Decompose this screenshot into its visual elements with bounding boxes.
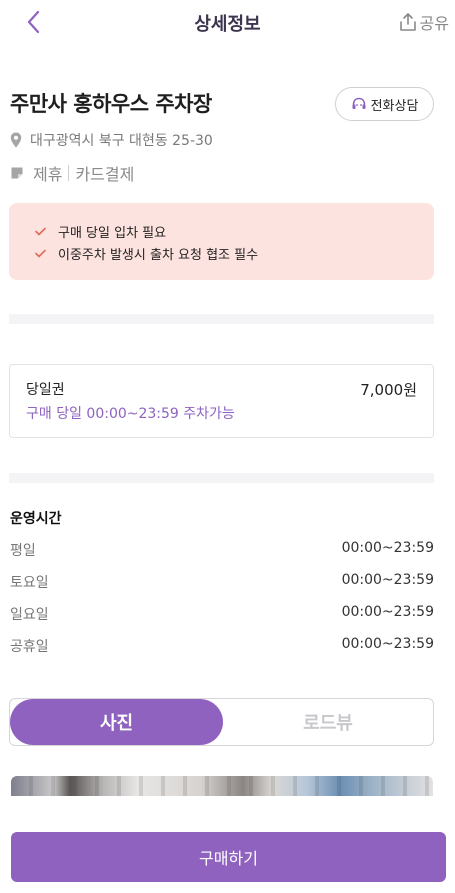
section-divider xyxy=(9,473,434,483)
buy-button[interactable]: 구매하기 xyxy=(11,832,446,882)
notice-item: 구매 당일 입차 필요 xyxy=(35,220,434,242)
ticket-card[interactable]: 당일권 7,000원 구매 당일 00:00~23:59 주차가능 xyxy=(9,364,434,438)
check-icon xyxy=(35,249,46,257)
hours-day: 일요일 xyxy=(10,607,49,623)
hours-time: 00:00~23:59 xyxy=(341,604,434,620)
app-header: 상세정보 공유 xyxy=(0,0,455,44)
ticket-description: 구매 당일 00:00~23:59 주차가능 xyxy=(26,406,235,422)
address-row: 대구광역시 북구 대현동 25-30 xyxy=(10,130,213,150)
notice-text: 구매 당일 입차 필요 xyxy=(58,225,167,241)
notice-text: 이중주차 발생시 출차 요청 협조 필수 xyxy=(58,247,259,263)
tab-photo[interactable]: 사진 xyxy=(10,699,223,745)
hours-day: 토요일 xyxy=(10,575,49,591)
bottom-bar: 구매하기 xyxy=(0,800,455,893)
tag-separator xyxy=(68,165,70,181)
parking-photo[interactable] xyxy=(11,776,433,796)
share-button[interactable]: 공유 xyxy=(399,10,449,34)
call-consult-label: 전화상담 xyxy=(370,98,419,114)
hours-row-holiday: 공휴일 00:00~23:59 xyxy=(10,636,434,656)
view-toggle: 사진 로드뷰 xyxy=(9,698,434,746)
call-consult-button[interactable]: 전화상담 xyxy=(335,87,434,121)
hours-time: 00:00~23:59 xyxy=(341,572,434,588)
address-text: 대구광역시 북구 대현동 25-30 xyxy=(30,133,213,149)
tag-icon xyxy=(11,167,23,179)
location-pin-icon xyxy=(10,132,22,148)
notice-box: 구매 당일 입차 필요 이중주차 발생시 출차 요청 협조 필수 xyxy=(9,203,434,280)
hours-row-sunday: 일요일 00:00~23:59 xyxy=(10,604,434,624)
tag-affiliate: 제휴 xyxy=(33,165,63,184)
tags-row: 제휴 카드결제 xyxy=(10,162,134,184)
hours-row-saturday: 토요일 00:00~23:59 xyxy=(10,572,434,592)
tag-card-payment: 카드결제 xyxy=(75,165,135,184)
hours-time: 00:00~23:59 xyxy=(341,636,434,652)
hours-time: 00:00~23:59 xyxy=(341,540,434,556)
ticket-price: 7,000원 xyxy=(360,381,417,399)
share-label: 공유 xyxy=(419,14,449,33)
hours-title: 운영시간 xyxy=(10,511,62,527)
check-icon xyxy=(35,227,46,235)
tab-roadview[interactable]: 로드뷰 xyxy=(223,699,433,745)
share-icon xyxy=(399,13,416,31)
notice-item: 이중주차 발생시 출차 요청 협조 필수 xyxy=(35,242,434,264)
hours-day: 공휴일 xyxy=(10,639,49,655)
page-title: 상세정보 xyxy=(194,14,261,35)
ticket-name: 당일권 xyxy=(26,382,65,398)
place-name: 주만사 홍하우스 주차장 xyxy=(10,92,212,116)
section-divider xyxy=(9,314,434,324)
hours-day: 평일 xyxy=(10,543,36,559)
hours-row-weekday: 평일 00:00~23:59 xyxy=(10,540,434,560)
headset-icon xyxy=(352,97,366,109)
